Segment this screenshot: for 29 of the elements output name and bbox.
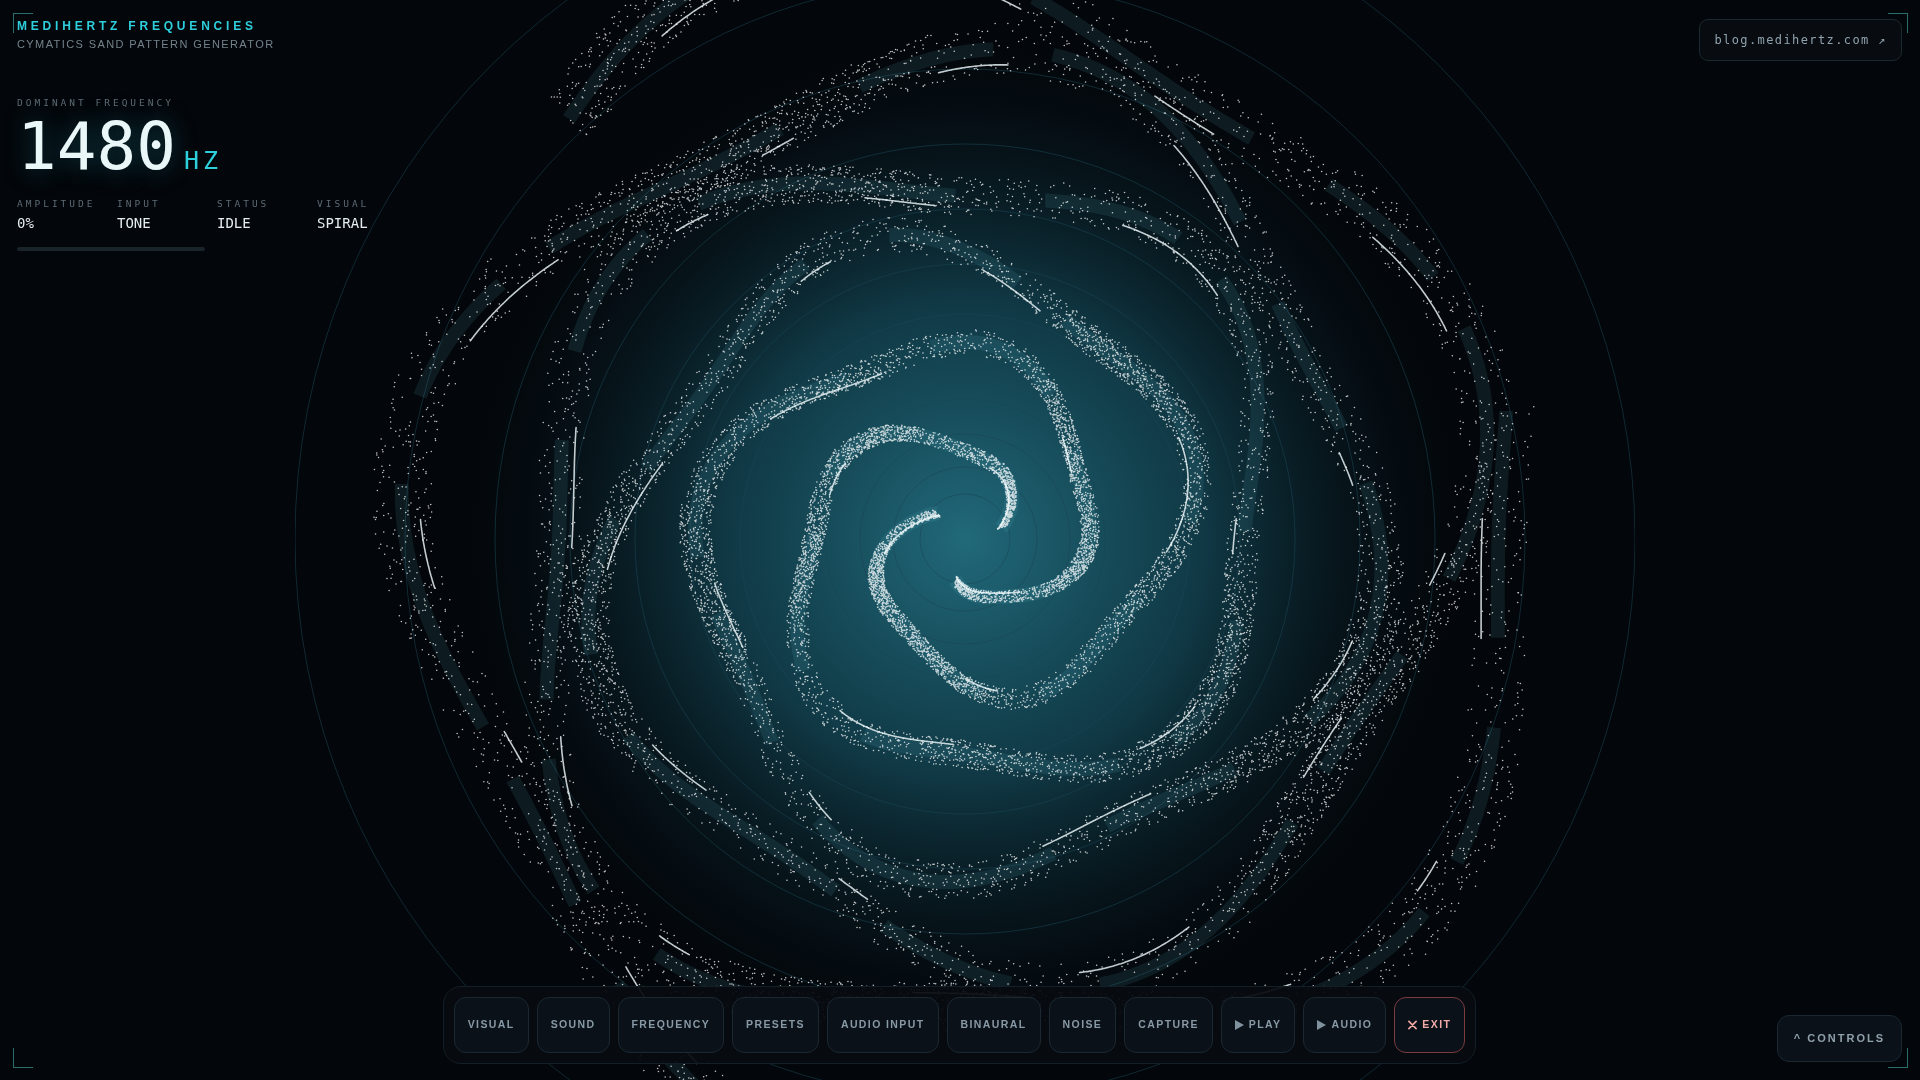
toolbar-button[interactable]: CAPTURE — [1124, 997, 1213, 1053]
stat-label: AMPLITUDE — [17, 198, 96, 210]
blog-link[interactable]: blog.medihertz.com ↗ — [1698, 19, 1902, 61]
play-button[interactable]: AUDIO — [1303, 997, 1387, 1053]
stat-label: VISUAL — [317, 198, 370, 210]
stat-value: SPIRAL — [317, 214, 368, 232]
app-title: MEDIHERTZ FREQUENCIES — [17, 19, 257, 33]
app-subtitle: CYMATICS SAND PATTERN GENERATOR — [17, 38, 275, 51]
exit-button[interactable]: EXIT — [1394, 997, 1466, 1053]
stat-value: TONE — [117, 214, 151, 232]
toolbar-button[interactable]: NOISE — [1048, 997, 1117, 1053]
play-button[interactable]: PLAY — [1220, 997, 1296, 1053]
frequency-value: 1480 — [17, 114, 176, 180]
controls-button[interactable]: ^ CONTROLS — [1776, 1015, 1902, 1062]
stat-label: INPUT — [117, 198, 161, 210]
play-icon — [1234, 1020, 1244, 1030]
close-icon — [1408, 1020, 1418, 1030]
frequency-unit: HZ — [183, 148, 223, 173]
toolbar-button[interactable]: VISUAL — [453, 997, 529, 1053]
toolbar-button[interactable]: SOUND — [536, 997, 610, 1053]
toolbar-button[interactable]: FREQUENCY — [617, 997, 725, 1053]
frequency-label: DOMINANT FREQUENCY — [17, 97, 174, 109]
toolbar-button[interactable]: PRESETS — [732, 997, 819, 1053]
toolbar-button[interactable]: BINAURAL — [946, 997, 1041, 1053]
stat-value: 0% — [17, 214, 34, 232]
play-icon — [1317, 1020, 1327, 1030]
toolbar-button[interactable]: AUDIO INPUT — [826, 997, 939, 1053]
stat-value: IDLE — [217, 214, 251, 232]
stat-label: STATUS — [217, 198, 270, 210]
